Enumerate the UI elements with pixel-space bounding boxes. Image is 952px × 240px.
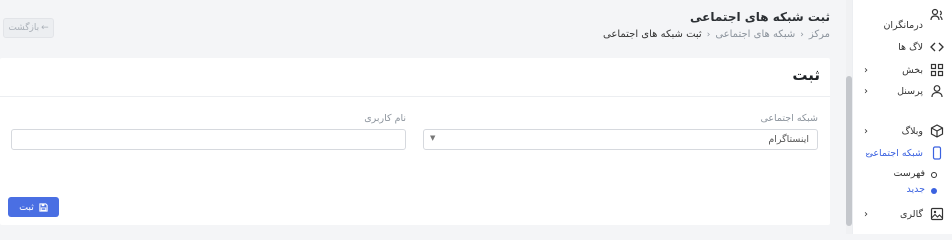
user-icon (930, 84, 944, 98)
chevron-right-icon: › (864, 208, 868, 220)
caret-down-icon: ▼ (430, 134, 436, 142)
sidebar-item-blog[interactable]: › وبلاگ (853, 122, 952, 140)
form-card: ثبت شبکه اجتماعی اینستاگرام ▼ نام کاربری… (0, 58, 830, 225)
card-title: ثبت (792, 66, 820, 84)
chevron-right-icon: › (864, 85, 868, 97)
sidebar-label-gallery: گالری (900, 208, 923, 220)
social-network-value: اینستاگرام (768, 134, 809, 145)
sidebar-label-social-network: شبکه اجتماعی (865, 147, 923, 159)
users-icon (930, 8, 944, 22)
back-label: بازگشت (8, 23, 40, 33)
grid-icon (930, 63, 944, 77)
sidebar-sublabel-list: فهرست (893, 168, 925, 179)
sidebar-label-staff: پرسنل (897, 85, 923, 97)
sidebar-item-therapists[interactable]: درمانگران (853, 8, 952, 36)
social-network-label: شبکه اجتماعی (760, 113, 818, 124)
breadcrumb-social[interactable]: شبکه های اجتماعی (715, 29, 795, 40)
breadcrumb-home[interactable]: مرکز (809, 29, 830, 40)
sidebar-item-gallery[interactable]: › گالری (853, 205, 952, 223)
image-icon (930, 207, 944, 221)
sidebar-label-blog: وبلاگ (901, 125, 923, 137)
page-header: ثبت شبکه های اجتماعی مرکز ‹ شبکه های اجت… (330, 10, 830, 40)
chevron-right-icon: › (864, 64, 868, 76)
sidebar-sublabel-new: جدید (906, 184, 926, 195)
sidebar-subitem-list[interactable]: فهرست (853, 167, 952, 183)
box-icon (930, 124, 944, 138)
chevron-right-icon: › (864, 125, 868, 137)
sidebar-label-logs: لاگ ها (898, 41, 923, 53)
chevron-left-icon: ‹ (706, 29, 711, 40)
back-button[interactable]: بازگشت ← (3, 18, 54, 38)
sidebar-item-logs[interactable]: لاگ ها (853, 38, 952, 56)
divider (0, 96, 830, 97)
sidebar-subitem-new[interactable]: جدید (853, 183, 952, 199)
sidebar-item-staff[interactable]: › پرسنل (853, 82, 952, 100)
social-network-select[interactable]: اینستاگرام ▼ (423, 129, 818, 150)
username-input[interactable] (11, 129, 406, 150)
submit-button[interactable]: ثبت (8, 197, 59, 217)
sidebar-item-department[interactable]: › بخش (853, 61, 952, 79)
submit-label: ثبت (19, 201, 34, 213)
page-title: ثبت شبکه های اجتماعی (690, 10, 830, 24)
save-icon (39, 202, 48, 212)
chevron-left-icon: ‹ (800, 29, 804, 40)
breadcrumb-current: ثبت شبکه های اجتماعی (603, 29, 702, 40)
sidebar-item-social-network[interactable]: ⌄ شبکه اجتماعی (853, 144, 952, 162)
dot-icon (931, 188, 937, 194)
code-icon (930, 40, 944, 54)
phone-icon (930, 146, 944, 160)
arrow-left-icon: ← (41, 23, 49, 33)
circle-icon (931, 172, 937, 178)
sidebar-label-therapists: درمانگران (883, 20, 923, 31)
username-label: نام کاربری (364, 113, 406, 124)
sidebar-label-department: بخش (902, 64, 923, 76)
sidebar: درمانگران لاگ ها › بخش › پرسنل › وبلاگ ⌄… (852, 0, 952, 234)
breadcrumb: مرکز ‹ شبکه های اجتماعی ‹ ثبت شبکه های ا… (330, 29, 830, 40)
